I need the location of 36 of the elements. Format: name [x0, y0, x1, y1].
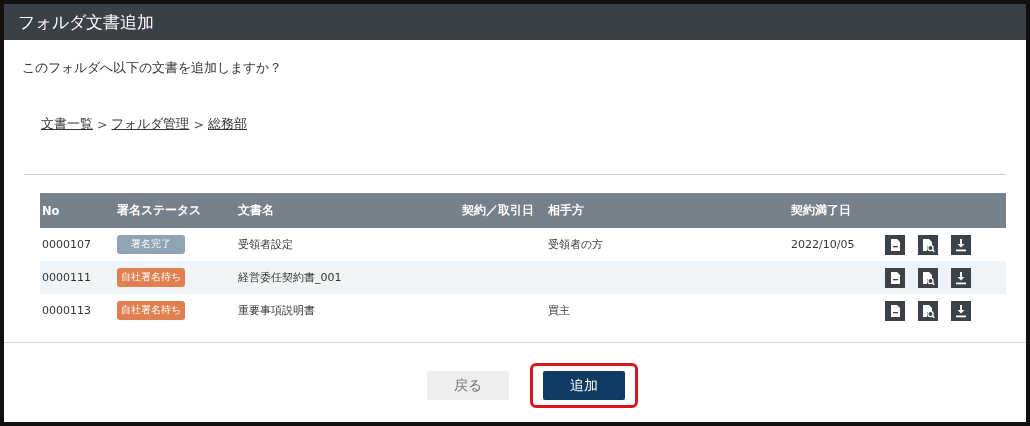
table-cell-text: 重要事項説明書: [237, 303, 316, 318]
table-cell-text: 0000107: [41, 238, 92, 251]
table-cell-text: 0000113: [41, 304, 92, 317]
column-header: 相手方: [547, 203, 585, 218]
document-search-icon[interactable]: [918, 234, 938, 255]
table-cell-text: 経営委任契約書_001: [237, 270, 343, 285]
download-icon[interactable]: [951, 234, 971, 255]
document-icon[interactable]: [885, 267, 905, 288]
column-header: 契約満了日: [790, 203, 852, 218]
breadcrumb-link[interactable]: 総務部: [207, 116, 247, 133]
column-header: 署名ステータス: [116, 203, 202, 218]
table-cell-text: 受領者設定: [237, 237, 294, 252]
window-title: フォルダ文書追加: [18, 10, 154, 34]
status-badge: 自社署名待ち: [117, 268, 185, 287]
add-button[interactable]: 追加: [543, 371, 625, 400]
download-icon[interactable]: [951, 267, 971, 288]
status-badge: 署名完了: [117, 235, 185, 254]
status-badge: 自社署名待ち: [117, 301, 185, 320]
back-button[interactable]: 戻る: [427, 371, 509, 400]
breadcrumb-separator: >: [193, 117, 204, 132]
table-cell-text: 2022/10/05: [790, 238, 856, 251]
download-icon[interactable]: [951, 300, 971, 321]
breadcrumb-separator: >: [97, 117, 108, 132]
document-search-icon[interactable]: [918, 267, 938, 288]
table-cell-text: 受領者の方: [547, 237, 604, 252]
breadcrumb-link[interactable]: 文書一覧: [41, 116, 93, 133]
document-icon[interactable]: [885, 234, 905, 255]
breadcrumb-link[interactable]: フォルダ管理: [111, 116, 190, 133]
table-cell-text: 買主: [547, 303, 571, 318]
document-icon[interactable]: [885, 300, 905, 321]
column-header: 契約／取引日: [461, 203, 535, 218]
table-cell-text: 0000111: [41, 271, 92, 284]
document-search-icon[interactable]: [918, 300, 938, 321]
column-header: 文書名: [237, 203, 275, 218]
column-header: No: [41, 203, 61, 218]
message-text: このフォルダへ以下の文書を追加しますか？: [22, 59, 283, 77]
